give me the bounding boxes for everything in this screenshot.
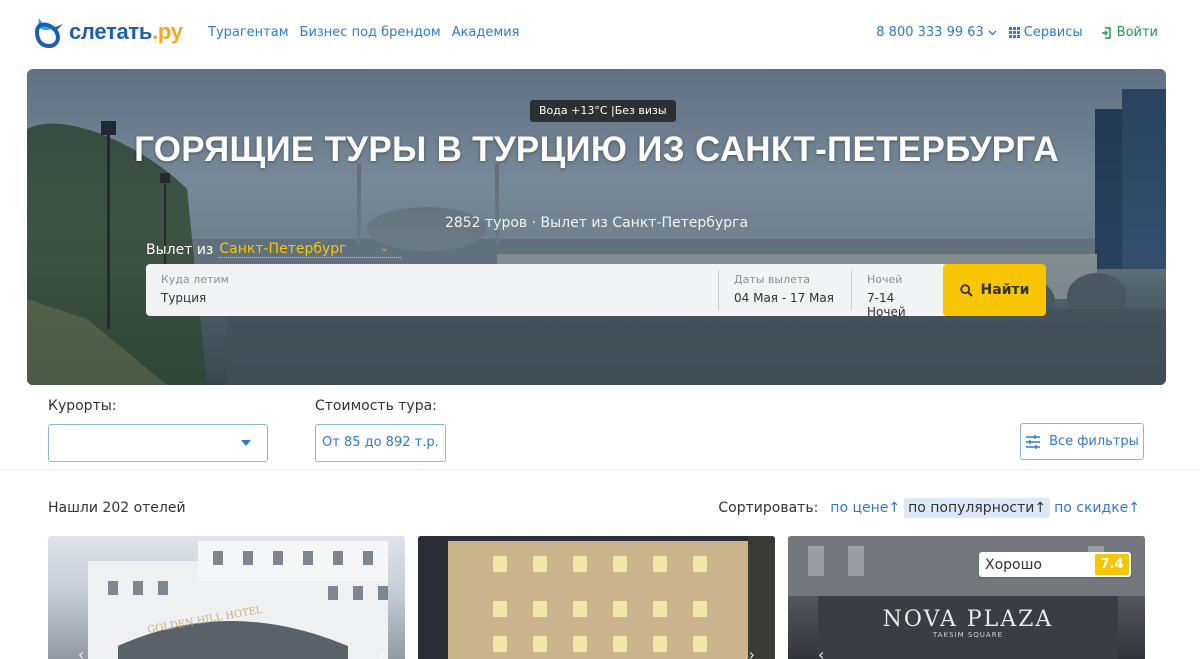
dates-field[interactable]: Даты вылета 04 Мая - 17 Мая [719, 270, 852, 310]
main-nav: Турагентам Бизнес под брендом Академия [208, 25, 519, 40]
departure-label: Вылет из [146, 241, 214, 258]
grid-icon [1008, 27, 1020, 38]
departure-city-value: Санкт-Петербург [219, 241, 347, 257]
page-title: ГОРЯЩИЕ ТУРЫ В ТУРЦИЮ ИЗ САНКТ-ПЕТЕРБУРГ… [134, 130, 1059, 169]
hotel-photo [418, 536, 775, 659]
rating-badge: Хорошо 7.4 [979, 552, 1131, 577]
sort-bar: Сортировать: по цене↑ по популярности↑ п… [718, 498, 1144, 518]
dropdown-arrow-icon [241, 440, 251, 446]
search-button[interactable]: Найти [943, 264, 1046, 316]
logo-text: слетать.ру [69, 19, 183, 44]
destination-label: Куда летим [161, 273, 229, 286]
nights-label: Ночей [867, 273, 903, 286]
all-filters-button[interactable]: Все фильтры [1020, 423, 1144, 460]
section-divider [0, 469, 1200, 470]
nights-value: 7-14 Ночей [867, 291, 906, 319]
hotel-sign-sub: TAKSIM SQUARE [932, 631, 1003, 639]
all-filters-label: Все фильтры [1049, 434, 1139, 449]
tours-count-subtitle: 2852 туров · Вылет из Санкт-Петербурга [444, 215, 749, 231]
sliders-icon [1026, 434, 1041, 449]
departure-city-dropdown[interactable]: Санкт-Петербург ⌄ [219, 241, 401, 258]
hotel-card[interactable]: GOLDEN HILL HOTEL ‹ › [48, 536, 405, 659]
resorts-select[interactable] [48, 424, 268, 462]
services-button[interactable]: Сервисы [1008, 25, 1083, 40]
resorts-label: Курорты: [48, 398, 117, 414]
hotel-card[interactable]: NOVA PLAZA TAKSIM SQUARE Хорошо 7.4 ‹ [788, 536, 1145, 659]
phone-dropdown[interactable]: 8 800 333 99 63 [876, 25, 997, 40]
chevron-right-icon[interactable]: › [749, 645, 755, 659]
site-logo[interactable]: слетать.ру [33, 12, 185, 52]
chevron-down-icon: ⌄ [380, 243, 389, 254]
phone-number: 8 800 333 99 63 [876, 25, 984, 40]
site-header: слетать.ру Турагентам Бизнес под брендом… [0, 0, 1200, 68]
sort-by-price[interactable]: по цене↑ [826, 498, 904, 518]
price-label: Стоимость тура: [315, 398, 437, 414]
login-button[interactable]: Войти [1101, 25, 1158, 40]
search-button-label: Найти [980, 282, 1030, 298]
hotel-photo: GOLDEN HILL HOTEL [88, 541, 388, 659]
rating-score: 7.4 [1095, 554, 1129, 575]
chevron-down-icon [988, 30, 997, 35]
dates-label: Даты вылета [734, 273, 811, 286]
destination-field[interactable]: Куда летим Турция [146, 270, 719, 310]
login-label: Войти [1116, 25, 1158, 40]
departure-selector: Вылет из Санкт-Петербург ⌄ [146, 241, 401, 258]
hotel-sign: NOVA PLAZA [883, 607, 1054, 632]
price-range-button[interactable]: От 85 до 892 т.р. [315, 424, 446, 462]
chevron-left-icon[interactable]: ‹ [818, 645, 824, 659]
results-count: Нашли 202 отелей [48, 500, 186, 516]
rating-label: Хорошо [985, 556, 1042, 573]
nights-field[interactable]: Ночей 7-14 Ночей [852, 264, 946, 319]
info-badge: Вода +13°C |Без визы [530, 100, 676, 122]
sort-label: Сортировать: [718, 500, 819, 516]
destination-value: Турция [161, 291, 207, 305]
hotel-card[interactable]: › [418, 536, 775, 659]
sort-by-discount[interactable]: по скидке↑ [1050, 498, 1144, 518]
search-form: Куда летим Турция Даты вылета 04 Мая - 1… [146, 264, 946, 319]
login-icon [1101, 26, 1111, 39]
nav-link-agents[interactable]: Турагентам [208, 25, 289, 40]
bird-logo-icon [34, 18, 63, 49]
chevron-left-icon[interactable]: ‹ [78, 645, 84, 659]
hero-banner: Вода +13°C |Без визы ГОРЯЩИЕ ТУРЫ В ТУРЦ… [27, 69, 1166, 385]
chevron-right-icon[interactable]: › [379, 645, 385, 659]
dates-value: 04 Мая - 17 Мая [734, 291, 834, 305]
search-icon [959, 283, 973, 297]
sort-by-popularity[interactable]: по популярности↑ [904, 498, 1051, 518]
services-label: Сервисы [1023, 25, 1083, 40]
header-actions: 8 800 333 99 63 Сервисы Войти [876, 25, 1158, 40]
nav-link-brand-business[interactable]: Бизнес под брендом [300, 25, 441, 40]
nav-link-academy[interactable]: Академия [452, 25, 520, 40]
